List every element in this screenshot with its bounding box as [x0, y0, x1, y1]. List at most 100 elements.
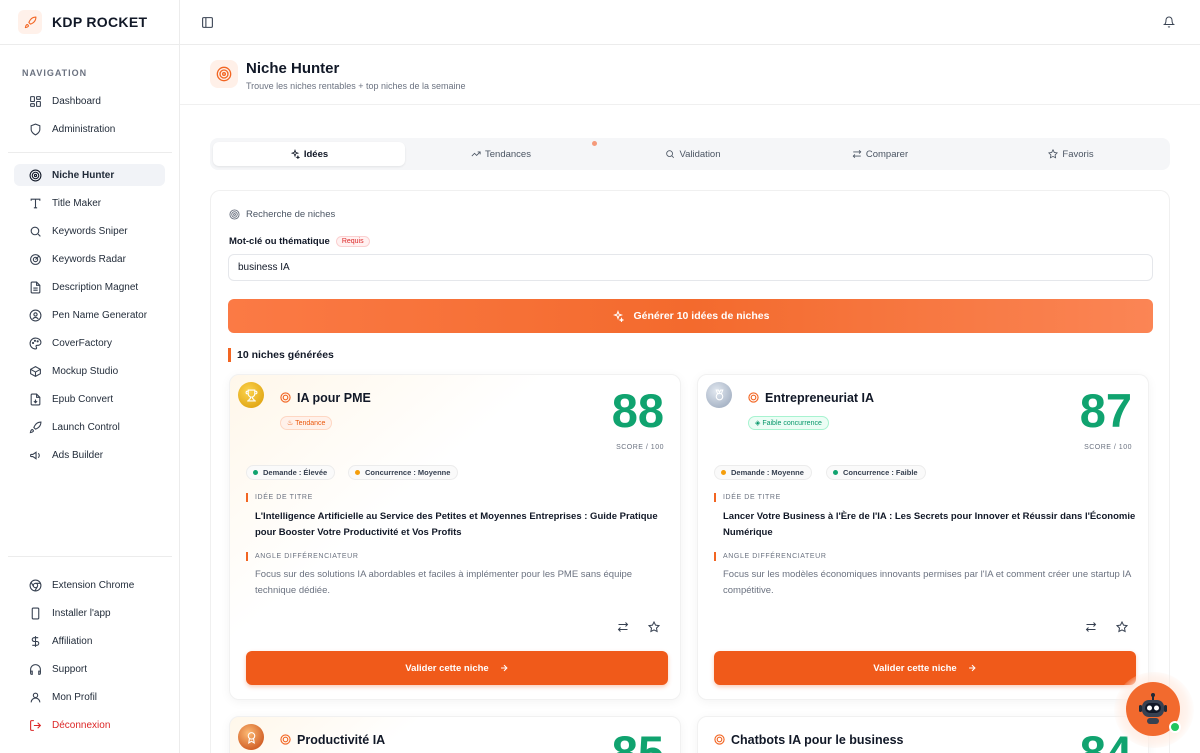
star-icon[interactable] — [1115, 620, 1129, 634]
sidebar-item-title-maker[interactable]: Title Maker — [14, 192, 165, 214]
arrow-right-icon — [500, 664, 508, 672]
brand[interactable]: KDP ROCKET — [0, 0, 179, 45]
bell-icon[interactable] — [1161, 14, 1177, 30]
sidebar-item-launch-control[interactable]: Launch Control — [14, 416, 165, 438]
sidebar: KDP ROCKET NAVIGATION Dashboard Administ… — [0, 0, 180, 753]
sidebar-item-epub-convert[interactable]: Epub Convert — [14, 388, 165, 410]
logout-icon — [28, 718, 42, 732]
tab-comparer[interactable]: Comparer — [784, 142, 976, 166]
validate-niche-button[interactable]: Valider cette niche — [246, 651, 668, 685]
low-competition-label: Faible concurrence — [762, 420, 822, 427]
sidebar-item-description-magnet[interactable]: Description Magnet — [14, 276, 165, 298]
dollar-icon — [28, 634, 42, 648]
page-title: Niche Hunter — [246, 60, 340, 77]
validate-label: Valider cette niche — [873, 662, 957, 674]
validate-niche-button[interactable]: Valider cette niche — [714, 651, 1136, 685]
arrow-right-icon — [968, 664, 976, 672]
sidebar-item-mockup-studio[interactable]: Mockup Studio — [14, 360, 165, 382]
niche-name: Entrepreneuriat IA — [765, 391, 875, 405]
sidebar-item-pen-name-generator[interactable]: Pen Name Generator — [14, 304, 165, 326]
sidebar-item-dashboard[interactable]: Dashboard — [14, 90, 165, 112]
tab-idees[interactable]: Idées — [213, 142, 405, 166]
sidebar-item-label: Keywords Sniper — [52, 225, 128, 237]
sidebar-item-support[interactable]: Support — [14, 658, 165, 680]
sidebar-item-mon-profil[interactable]: Mon Profil — [14, 686, 165, 708]
niche-name: Chatbots IA pour le business — [731, 733, 904, 747]
shield-icon — [28, 122, 42, 136]
status-dot — [833, 470, 838, 475]
results-title: 10 niches générées — [228, 348, 334, 362]
demand-pill: Demande : Élevée — [246, 465, 336, 480]
sidebar-item-label: Dashboard — [52, 95, 101, 107]
sidebar-item-niche-hunter[interactable]: Niche Hunter — [14, 164, 165, 186]
niche-card: IA pour PME ♨ Tendance 88 SCORE / 100 De… — [229, 374, 681, 700]
sidebar-item-label: Extension Chrome — [52, 579, 135, 591]
niche-card: Chatbots IA pour le business 84 — [697, 716, 1149, 753]
score-label: SCORE / 100 — [616, 444, 664, 451]
medal-icon — [706, 382, 732, 408]
sidebar-item-installer-app[interactable]: Installer l'app — [14, 602, 165, 624]
sidebar-item-label: Mon Profil — [52, 691, 98, 703]
tab-label: Favoris — [1062, 148, 1094, 160]
tabs: Idées Tendances Validation Comparer Favo… — [210, 138, 1170, 170]
megaphone-icon — [28, 448, 42, 462]
competition-pill: Concurrence : Moyenne — [348, 465, 459, 480]
sparkles-icon — [290, 149, 300, 159]
title-idea-label: IDÉE DE TITRE — [246, 493, 313, 502]
search-icon — [28, 224, 42, 238]
keyword-label-text: Mot-clé ou thématique — [229, 236, 330, 247]
sidebar-item-ads-builder[interactable]: Ads Builder — [14, 444, 165, 466]
niche-score: 85 — [611, 726, 664, 753]
compare-arrows-icon[interactable] — [1084, 620, 1098, 634]
score-label: SCORE / 100 — [1084, 444, 1132, 451]
sidebar-item-extension-chrome[interactable]: Extension Chrome — [14, 574, 165, 596]
sidebar-item-label: Pen Name Generator — [52, 309, 148, 321]
niche-name: IA pour PME — [297, 391, 371, 405]
niche-score: 88 — [611, 384, 664, 437]
sidebar-item-administration[interactable]: Administration — [14, 118, 165, 140]
sidebar-item-deconnexion[interactable]: Déconnexion — [14, 714, 165, 736]
assistant-launcher[interactable] — [1114, 672, 1194, 748]
sidebar-item-label: Epub Convert — [52, 393, 114, 405]
file-convert-icon — [28, 392, 42, 406]
sidebar-item-label: Support — [52, 663, 88, 675]
medal-icon — [238, 724, 264, 750]
compare-arrows-icon[interactable] — [616, 620, 630, 634]
palette-icon — [28, 336, 42, 350]
sidebar-item-label: Installer l'app — [52, 607, 111, 619]
grid-icon — [28, 94, 42, 108]
sidebar-item-keywords-radar[interactable]: Keywords Radar — [14, 248, 165, 270]
search-icon — [666, 150, 675, 159]
tab-label: Comparer — [865, 148, 909, 160]
tab-label: Tendances — [485, 148, 531, 160]
niche-card: Entrepreneuriat IA ◈ Faible concurrence … — [697, 374, 1149, 700]
page-header: Niche Hunter Trouve les niches rentables… — [180, 45, 1200, 105]
tab-favoris[interactable]: Favoris — [975, 142, 1167, 166]
compare-arrows-icon — [852, 149, 862, 159]
tab-validation[interactable]: Validation — [597, 142, 789, 166]
sidebar-item-keywords-sniper[interactable]: Keywords Sniper — [14, 220, 165, 242]
target-icon — [280, 392, 291, 403]
sidebar-item-coverfactory[interactable]: CoverFactory — [14, 332, 165, 354]
trend-badge: ♨ Tendance — [280, 416, 333, 430]
status-dot — [355, 470, 360, 475]
title-idea-text: L'Intelligence Artificielle au Service d… — [255, 511, 658, 538]
star-icon — [1048, 149, 1059, 159]
rocket-icon — [28, 420, 42, 434]
text-icon — [28, 196, 42, 210]
keyword-input[interactable] — [228, 254, 1153, 281]
demand-text: Demande : Élevée — [263, 468, 328, 477]
tab-tendances[interactable]: Tendances — [405, 142, 597, 166]
star-icon[interactable] — [647, 620, 661, 634]
sidebar-toggle-icon[interactable] — [199, 14, 215, 30]
niche-search-panel: Recherche de niches Mot-clé ou thématiqu… — [210, 190, 1170, 753]
nav-heading: NAVIGATION — [22, 68, 88, 78]
demand-text: Demande : Moyenne — [731, 468, 804, 477]
angle-text: Focus sur des solutions IA abordables et… — [255, 569, 633, 596]
topbar — [180, 0, 1200, 45]
generate-ideas-button[interactable]: Générer 10 idées de niches — [228, 299, 1153, 333]
target-icon — [229, 209, 240, 220]
tab-label: Validation — [679, 148, 721, 160]
sidebar-item-affiliation[interactable]: Affiliation — [14, 630, 165, 652]
trending-up-icon — [471, 151, 481, 157]
